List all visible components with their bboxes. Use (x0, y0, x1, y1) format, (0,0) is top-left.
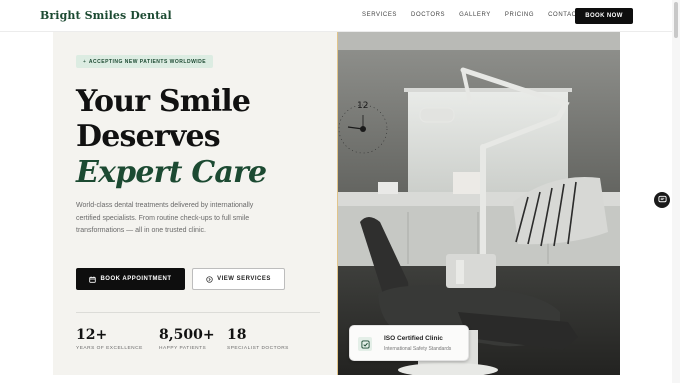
page-scrollbar[interactable] (672, 0, 680, 383)
dental-room-illustration: 12 (338, 32, 620, 375)
nav-links: SERVICES DOCTORS GALLERY PRICING CONTACT (362, 12, 595, 18)
nav-link-services[interactable]: SERVICES (362, 12, 397, 18)
stat-years-label: YEARS OF EXCELLENCE (76, 346, 143, 351)
check-badge-icon (358, 337, 372, 351)
stat-doctors: 18 SPECIALIST DOCTORS (227, 326, 289, 351)
stat-patients: 8,500+ HAPPY PATIENTS (159, 326, 215, 351)
chat-widget-button[interactable] (654, 192, 670, 208)
hero-description: World-class dental treatments delivered … (76, 202, 254, 234)
stat-years-value: 12+ (76, 327, 108, 343)
nav-link-pricing[interactable]: PRICING (505, 12, 534, 18)
stat-patients-label: HAPPY PATIENTS (159, 346, 207, 351)
top-navigation: Bright Smiles Dental SERVICES DOCTORS GA… (0, 0, 680, 32)
clinic-photo: 12 (337, 32, 620, 375)
circle-arrow-icon (206, 275, 213, 283)
badge-plus-icon: + (83, 58, 86, 65)
book-now-button[interactable]: BOOK NOW (575, 8, 633, 24)
book-appointment-button[interactable]: BOOK APPOINTMENT (76, 268, 185, 290)
scrollbar-thumb[interactable] (674, 2, 678, 38)
hero-title-line-1: Your Smile (76, 84, 251, 119)
clock-number: 12 (357, 101, 368, 111)
badge-text: ACCEPTING NEW PATIENTS WORLDWIDE (88, 58, 207, 65)
chat-icon (657, 191, 667, 209)
view-services-button[interactable]: VIEW SERVICES (192, 268, 285, 290)
stat-patients-value: 8,500+ (159, 327, 215, 343)
stat-years: 12+ YEARS OF EXCELLENCE (76, 326, 143, 351)
view-services-label: VIEW SERVICES (217, 276, 271, 282)
iso-card-title: ISO Certified Clinic (384, 335, 443, 342)
hero-title-line-3: Expert Care (76, 155, 267, 190)
stat-doctors-value: 18 (227, 327, 247, 343)
stats-divider (76, 312, 320, 313)
nav-link-gallery[interactable]: GALLERY (459, 12, 491, 18)
nav-link-doctors[interactable]: DOCTORS (411, 12, 445, 18)
brand-logo[interactable]: Bright Smiles Dental (40, 9, 172, 22)
new-patients-badge: + ACCEPTING NEW PATIENTS WORLDWIDE (76, 55, 214, 68)
hero-title-line-2: Deserves (76, 119, 221, 154)
iso-card-subtitle: International Safety Standards (384, 346, 452, 352)
calendar-icon (89, 276, 97, 283)
book-appointment-label: BOOK APPOINTMENT (100, 276, 172, 282)
iso-certified-card: ISO Certified Clinic International Safet… (349, 325, 469, 361)
stat-doctors-label: SPECIALIST DOCTORS (227, 346, 289, 351)
